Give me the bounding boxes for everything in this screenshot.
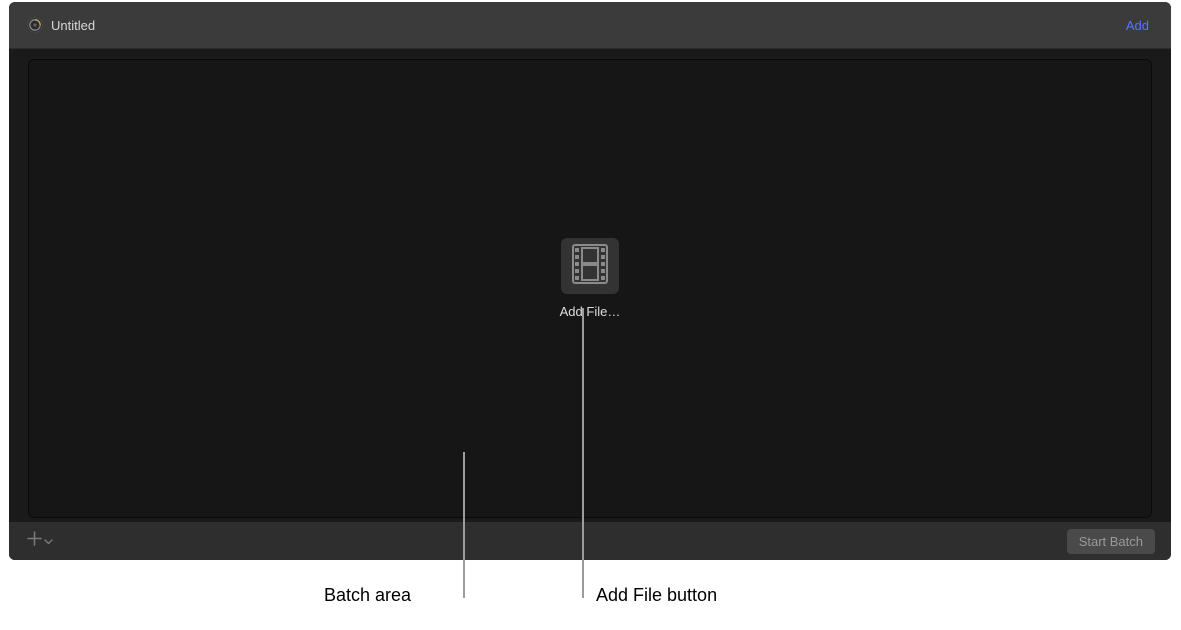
plus-icon — [27, 531, 42, 551]
start-batch-button[interactable]: Start Batch — [1067, 529, 1155, 554]
compressor-app-icon — [27, 17, 43, 33]
chevron-down-icon — [44, 532, 53, 550]
batch-area[interactable]: Add File… — [28, 59, 1152, 518]
add-button[interactable]: Add — [1126, 18, 1149, 33]
add-file-button[interactable]: Add File… — [560, 238, 621, 319]
add-menu-button[interactable] — [27, 531, 53, 551]
callout-label-add-file: Add File button — [596, 585, 717, 606]
window-footer: Start Batch — [9, 522, 1171, 560]
film-icon — [572, 244, 608, 289]
window-header: Untitled Add — [9, 2, 1171, 49]
window-title: Untitled — [51, 18, 95, 33]
add-file-label: Add File… — [560, 304, 621, 319]
header-left-group: Untitled — [27, 17, 95, 33]
callout-label-batch-area: Batch area — [324, 585, 411, 606]
film-icon-bg — [561, 238, 619, 294]
callout-line-batch-area — [463, 452, 465, 598]
app-window: Untitled Add — [9, 2, 1171, 560]
callout-line-add-file — [582, 308, 584, 598]
